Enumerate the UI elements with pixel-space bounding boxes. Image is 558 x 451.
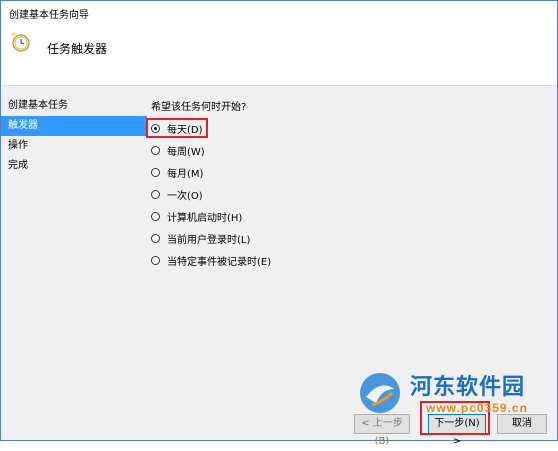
option-daily[interactable]: 每天(D) [146,117,271,139]
option-monthly-label: 每月(M) [167,168,204,180]
radio-monthly[interactable] [151,167,160,177]
option-weekly[interactable]: 每周(W) [149,139,271,161]
radio-event[interactable] [151,255,160,265]
nav-item-trigger[interactable]: 触发器 [1,116,147,136]
step-navigation: 创建基本任务 触发器 操作 完成 [1,96,147,176]
option-monthly[interactable]: 每月(M) [149,161,271,183]
back-button[interactable]: < 上一步(B) [354,414,410,447]
option-logon[interactable]: 当前用户登录时(L) [149,227,271,249]
option-weekly-label: 每周(W) [167,146,205,158]
wizard-content: 创建基本任务 触发器 操作 完成 希望该任务何时开始? 每天(D) 每周(W) … [1,86,557,406]
option-logon-label: 当前用户登录时(L) [167,234,251,246]
clock-wizard-icon [9,31,31,53]
option-once[interactable]: 一次(O) [149,183,271,205]
radio-startup[interactable] [151,211,160,221]
option-startup-label: 计算机启动时(H) [167,212,243,224]
wizard-header: 任务触发器 [1,23,557,85]
trigger-options: 每天(D) 每周(W) 每月(M) 一次(O) 计算机启动时(H) 当前用户登录… [146,117,271,271]
page-title: 任务触发器 [47,42,108,56]
nav-item-create-basic-task[interactable]: 创建基本任务 [1,96,147,116]
radio-once[interactable] [151,189,160,199]
nav-item-action[interactable]: 操作 [1,136,147,156]
next-button[interactable]: 下一步(N) > [428,414,486,447]
option-event[interactable]: 当特定事件被记录时(E) [149,249,271,271]
wizard-window: 创建基本任务向导 任务触发器 创建基本任务 触发器 操作 完成 希望该任务何时开… [0,0,558,447]
radio-daily[interactable] [151,123,160,133]
trigger-question: 希望该任务何时开始? [151,102,247,113]
wizard-footer: < 上一步(B) 下一步(N) > 取消 [1,406,557,447]
option-once-label: 一次(O) [167,190,203,202]
cancel-button[interactable]: 取消 [497,414,547,434]
option-daily-label: 每天(D) [167,124,203,136]
nav-item-finish[interactable]: 完成 [1,156,147,176]
window-title: 创建基本任务向导 [9,10,89,21]
radio-logon[interactable] [151,233,160,243]
option-startup[interactable]: 计算机启动时(H) [149,205,271,227]
title-bar[interactable]: 创建基本任务向导 [1,1,557,23]
radio-weekly[interactable] [151,145,160,155]
option-event-label: 当特定事件被记录时(E) [167,256,272,268]
